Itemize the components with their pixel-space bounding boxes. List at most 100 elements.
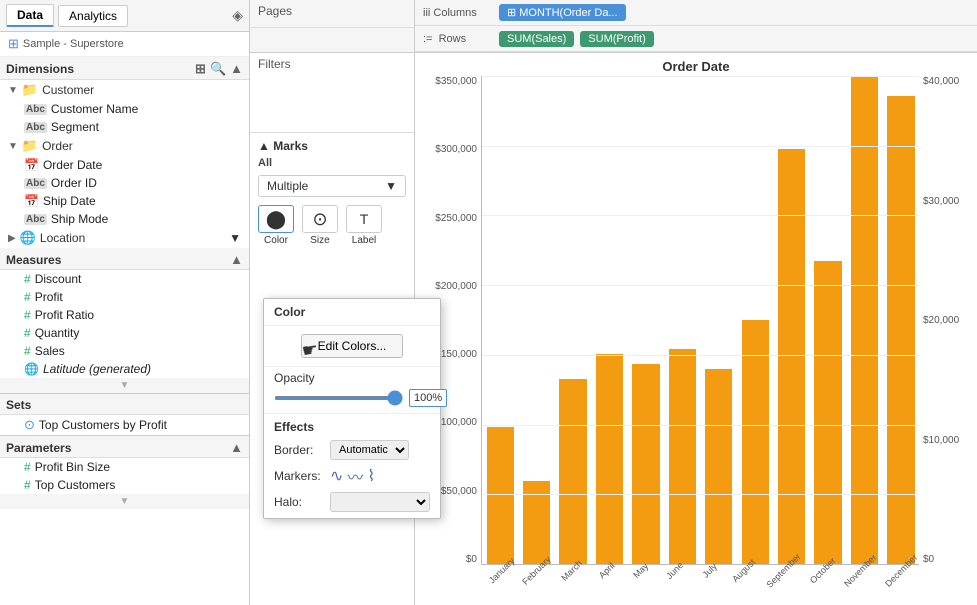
border-row: Border: Automatic None Black — [274, 440, 430, 460]
columns-rows-area: iii Columns ⊞ MONTH(Order Da... := Rows … — [415, 0, 977, 52]
rows-pill-sales[interactable]: SUM(Sales) — [499, 31, 574, 47]
y-right-40k: $40,000 — [923, 76, 959, 87]
y-right-10k: $10,000 — [923, 435, 959, 446]
profit-bin-size-label: Profit Bin Size — [35, 460, 110, 474]
order-date-item[interactable]: 📅 Order Date — [0, 156, 249, 174]
location-scroll-icon[interactable]: ▼ — [229, 231, 241, 245]
marks-dropdown[interactable]: Multiple ▼ — [258, 175, 406, 197]
marks-dropdown-label: Multiple — [267, 179, 308, 193]
dropdown-arrow-icon: ▼ — [385, 179, 397, 193]
quantity-item[interactable]: # Quantity — [0, 324, 249, 342]
top-customers-set-item[interactable]: ⊙ Top Customers by Profit — [0, 415, 249, 435]
sets-label: Sets — [6, 398, 31, 412]
columns-pill[interactable]: ⊞ MONTH(Order Da... — [499, 4, 626, 21]
bar-sep — [778, 149, 805, 564]
latitude-item[interactable]: 🌐 Latitude (generated) — [0, 360, 249, 378]
profit-bin-size-item[interactable]: # Profit Bin Size — [0, 458, 249, 476]
bars-container: January February March April May June Ju… — [481, 76, 919, 565]
label-mark-btn[interactable]: T Label — [346, 205, 382, 246]
sales-item[interactable]: # Sales — [0, 342, 249, 360]
opacity-slider[interactable] — [274, 396, 403, 400]
ship-mode-item[interactable]: Abc Ship Mode — [0, 210, 249, 228]
abc-badge: Abc — [24, 122, 47, 133]
discount-item[interactable]: # Discount — [0, 270, 249, 288]
parameters-icons: ▲ — [230, 440, 243, 455]
hash-icon: # — [24, 344, 31, 358]
label-btn-icon: T — [346, 205, 382, 233]
chart-body: $350,000 $300,000 $250,000 $200,000 $150… — [415, 76, 977, 605]
sort-icon[interactable]: ◈ — [232, 7, 243, 24]
segment-item[interactable]: Abc Segment — [0, 118, 249, 136]
bars-inner — [481, 76, 919, 565]
filters-section: Filters — [250, 53, 414, 133]
bar-nov-wrap — [846, 76, 882, 564]
color-mark-btn[interactable]: ⬤ Color — [258, 205, 294, 246]
location-group-header[interactable]: ▶ 🌐 Location ▼ — [0, 228, 249, 248]
scroll-up-icon[interactable]: ▲ — [230, 61, 243, 77]
grid-icon[interactable]: ⊞ — [195, 61, 206, 77]
color-popup: Color Edit Colors... Opacity 100% Effect… — [263, 298, 441, 519]
opacity-value: 100% — [409, 389, 447, 407]
filters-label: Filters — [258, 57, 291, 71]
pages-section: Pages — [250, 0, 414, 28]
scroll-down-params[interactable]: ▼ — [0, 494, 249, 509]
customer-group-header[interactable]: ▼ 📁 Customer — [0, 80, 249, 100]
size-btn-icon: ⊙ — [302, 205, 338, 233]
globe-icon: 🌐 — [24, 362, 39, 376]
left-panel: Data Analytics ◈ ⊞ Sample - Superstore D… — [0, 0, 250, 605]
scroll-down-measures[interactable]: ▼ — [0, 378, 249, 393]
halo-select[interactable] — [330, 492, 430, 512]
caret-icon: ▲ — [258, 139, 270, 153]
y-left-150: $150,000 — [435, 349, 477, 360]
customer-name-item[interactable]: Abc Customer Name — [0, 100, 249, 118]
bar-nov — [851, 76, 878, 564]
calendar-icon: 📅 — [24, 194, 39, 208]
y-left-300: $300,000 — [435, 144, 477, 155]
bar-mar-wrap — [555, 76, 591, 564]
bar-jun-wrap — [664, 76, 700, 564]
bar-may-wrap — [628, 76, 664, 564]
border-select[interactable]: Automatic None Black — [330, 440, 409, 460]
data-tab[interactable]: Data — [6, 4, 54, 27]
top-customers-param-label: Top Customers — [35, 478, 116, 492]
y-right-20k: $20,000 — [923, 315, 959, 326]
order-id-item[interactable]: Abc Order ID — [0, 174, 249, 192]
hash-icon: # — [24, 478, 31, 492]
segment-label: Segment — [51, 120, 99, 134]
halo-row: Halo: — [274, 492, 430, 512]
top-customers-param-item[interactable]: # Top Customers — [0, 476, 249, 494]
bar-oct-wrap — [810, 76, 846, 564]
folder-icon: 📁 — [22, 82, 38, 98]
y-left-100: $100,000 — [435, 417, 477, 428]
marks-label: Marks — [273, 139, 308, 153]
ship-mode-label: Ship Mode — [51, 212, 108, 226]
columns-pill-label: MONTH(Order Da... — [519, 7, 617, 19]
analytics-tab[interactable]: Analytics — [58, 5, 128, 27]
dimensions-tree: ▼ 📁 Customer Abc Customer Name Abc Segme… — [0, 80, 249, 605]
bar-dec — [887, 96, 914, 564]
marker-line3-icon[interactable]: ⌇ — [367, 466, 375, 486]
measures-icons: ▲ — [230, 252, 243, 267]
edit-colors-button[interactable]: Edit Colors... — [301, 334, 404, 358]
rows-pill-profit[interactable]: SUM(Profit) — [580, 31, 653, 47]
scroll-up-params-icon[interactable]: ▲ — [230, 440, 243, 455]
scroll-up-measures-icon[interactable]: ▲ — [230, 252, 243, 267]
customer-name-label: Customer Name — [51, 102, 138, 116]
marker-line1-icon[interactable]: ∿ — [330, 466, 343, 486]
order-group-header[interactable]: ▼ 📁 Order — [0, 136, 249, 156]
size-mark-btn[interactable]: ⊙ Size — [302, 205, 338, 246]
bar-mar — [559, 379, 586, 564]
data-analytics-tabs: Data Analytics ◈ — [0, 0, 249, 32]
y-right-30k: $30,000 — [923, 196, 959, 207]
ship-date-item[interactable]: 📅 Ship Date — [0, 192, 249, 210]
profit-ratio-item[interactable]: # Profit Ratio — [0, 306, 249, 324]
profit-item[interactable]: # Profit — [0, 288, 249, 306]
marker-line2-icon[interactable]: 〰 — [347, 464, 363, 488]
center-column: Pages — [250, 0, 415, 52]
bar-apr-wrap — [591, 76, 627, 564]
color-popup-title: Color — [264, 299, 440, 326]
search-icon[interactable]: 🔍 — [210, 61, 226, 77]
bar-jun — [669, 349, 696, 564]
order-group-label: Order — [42, 139, 73, 153]
measures-header: Measures ▲ — [0, 248, 249, 270]
